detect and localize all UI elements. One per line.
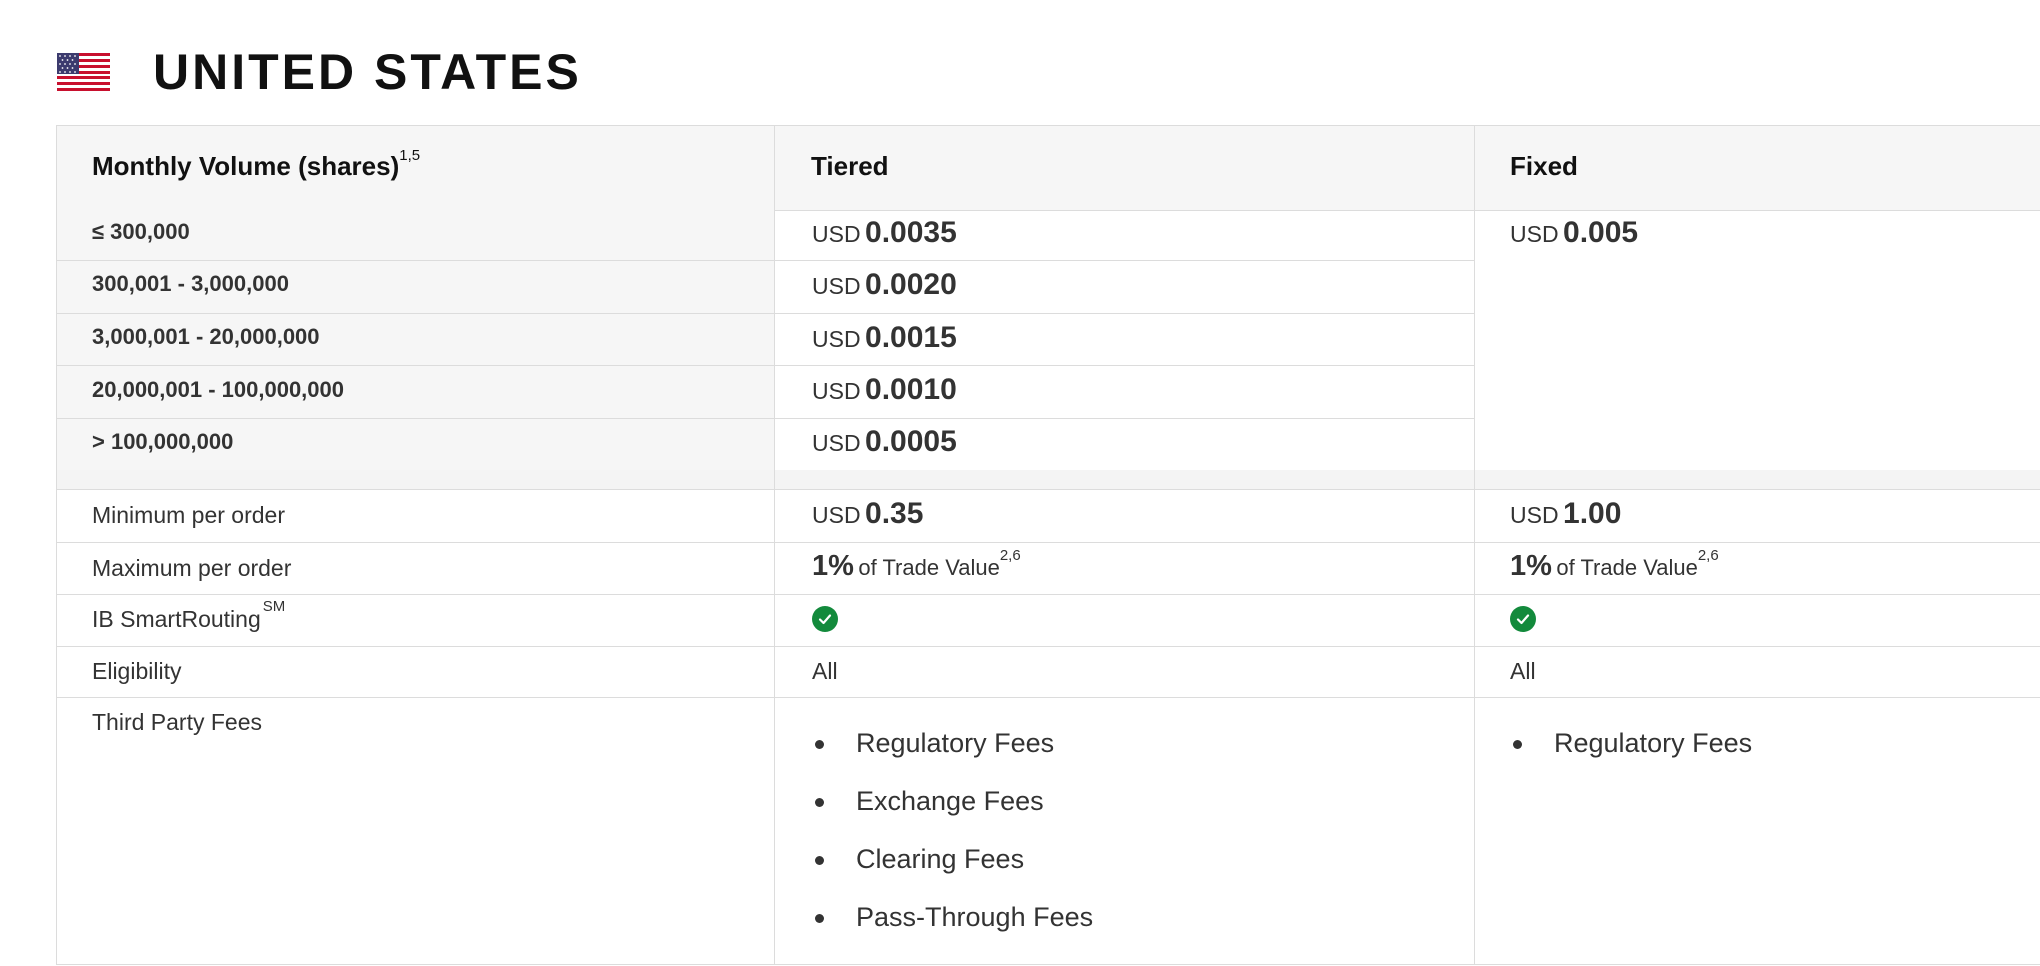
header-tiered: Tiered [811,151,889,181]
us-flag-icon [57,53,110,91]
tier-range: ≤ 300,000 [92,219,190,244]
currency-label: USD [812,502,861,528]
tier-rate: USD 0.0015 [812,321,957,360]
column-border [774,125,775,965]
percent-text: of Trade Value [858,555,1000,580]
currency-label: USD [1510,502,1559,528]
currency-label: USD [812,378,861,404]
tier-range: 3,000,001 - 20,000,000 [92,324,320,349]
tier-rate: USD 0.0035 [812,216,957,255]
tier-range: 300,001 - 3,000,000 [92,271,289,296]
tier-rate: USD 0.0010 [812,373,957,412]
amount-value: 0.35 [865,497,924,530]
list-item: Regulatory Fees [812,725,1093,783]
column-border [56,125,57,965]
eligibility-tiered: All [812,658,838,684]
row-divider [56,594,2040,595]
smartrouting-text: IB SmartRouting [92,606,261,632]
row-divider [56,964,2040,965]
pricing-table: Monthly Volume (shares)1,5 Tiered Fixed … [56,125,2040,966]
row-divider [56,646,2040,647]
rate-value: 0.0005 [865,425,957,458]
maximum-tiered: 1% of Trade Value2,6 [812,547,1021,588]
currency-label: USD [812,273,861,299]
maximum-label: Maximum per order [92,555,292,581]
page-title: UNITED STATES [153,44,582,100]
tier-rate: USD 0.0020 [812,268,957,307]
currency-label: USD [812,221,861,247]
third-party-label: Third Party Fees [92,709,262,735]
currency-label: USD [812,430,861,456]
header-volume-footnote[interactable]: 1,5 [399,147,420,164]
footnote-ref[interactable]: 2,6 [1698,547,1719,564]
row-divider [56,313,1474,314]
tier-rate: USD 0.0005 [812,425,957,464]
row-divider [56,418,1474,419]
currency-label: USD [1510,221,1559,247]
rate-value: 0.0015 [865,321,957,354]
service-mark: SM [262,598,286,615]
amount-value: 1.00 [1563,497,1622,530]
currency-label: USD [812,326,861,352]
row-divider [56,365,1474,366]
footnote-ref[interactable]: 2,6 [1000,547,1021,564]
header-volume-label: Monthly Volume (shares) [92,151,400,181]
check-circle-icon [1510,606,1536,632]
eligibility-fixed: All [1510,658,1536,684]
percent-value: 1% [812,550,854,582]
third-party-fixed-list: Regulatory Fees [1510,725,1752,783]
third-party-tiered-list: Regulatory Fees Exchange Fees Clearing F… [812,725,1093,957]
rate-value: 0.0035 [865,216,957,249]
list-item: Pass-Through Fees [812,899,1093,957]
header-volume: Monthly Volume (shares)1,5 [92,147,420,183]
list-item: Regulatory Fees [1510,725,1752,783]
row-divider [56,260,1474,261]
percent-text: of Trade Value [1556,555,1698,580]
minimum-tiered: USD 0.35 [812,497,923,536]
row-divider [56,697,2040,698]
minimum-fixed: USD 1.00 [1510,497,1621,536]
row-divider [56,489,2040,490]
fixed-rate: USD 0.005 [1510,216,1638,255]
eligibility-label: Eligibility [92,658,182,684]
rate-value: 0.0010 [865,373,957,406]
minimum-label: Minimum per order [92,502,285,528]
tier-range: 20,000,001 - 100,000,000 [92,377,345,402]
check-circle-icon [812,606,838,632]
rate-value: 0.0020 [865,268,957,301]
header-fixed: Fixed [1510,151,1578,181]
percent-value: 1% [1510,550,1552,582]
maximum-fixed: 1% of Trade Value2,6 [1510,547,1719,588]
tier-range: > 100,000,000 [92,429,234,454]
list-item: Clearing Fees [812,841,1093,899]
rate-value: 0.005 [1563,216,1639,249]
smartrouting-label: IB SmartRouting SM [92,598,285,634]
list-item: Exchange Fees [812,783,1093,841]
column-border [1474,125,1475,965]
row-divider [56,542,2040,543]
section-spacer [56,470,2040,489]
